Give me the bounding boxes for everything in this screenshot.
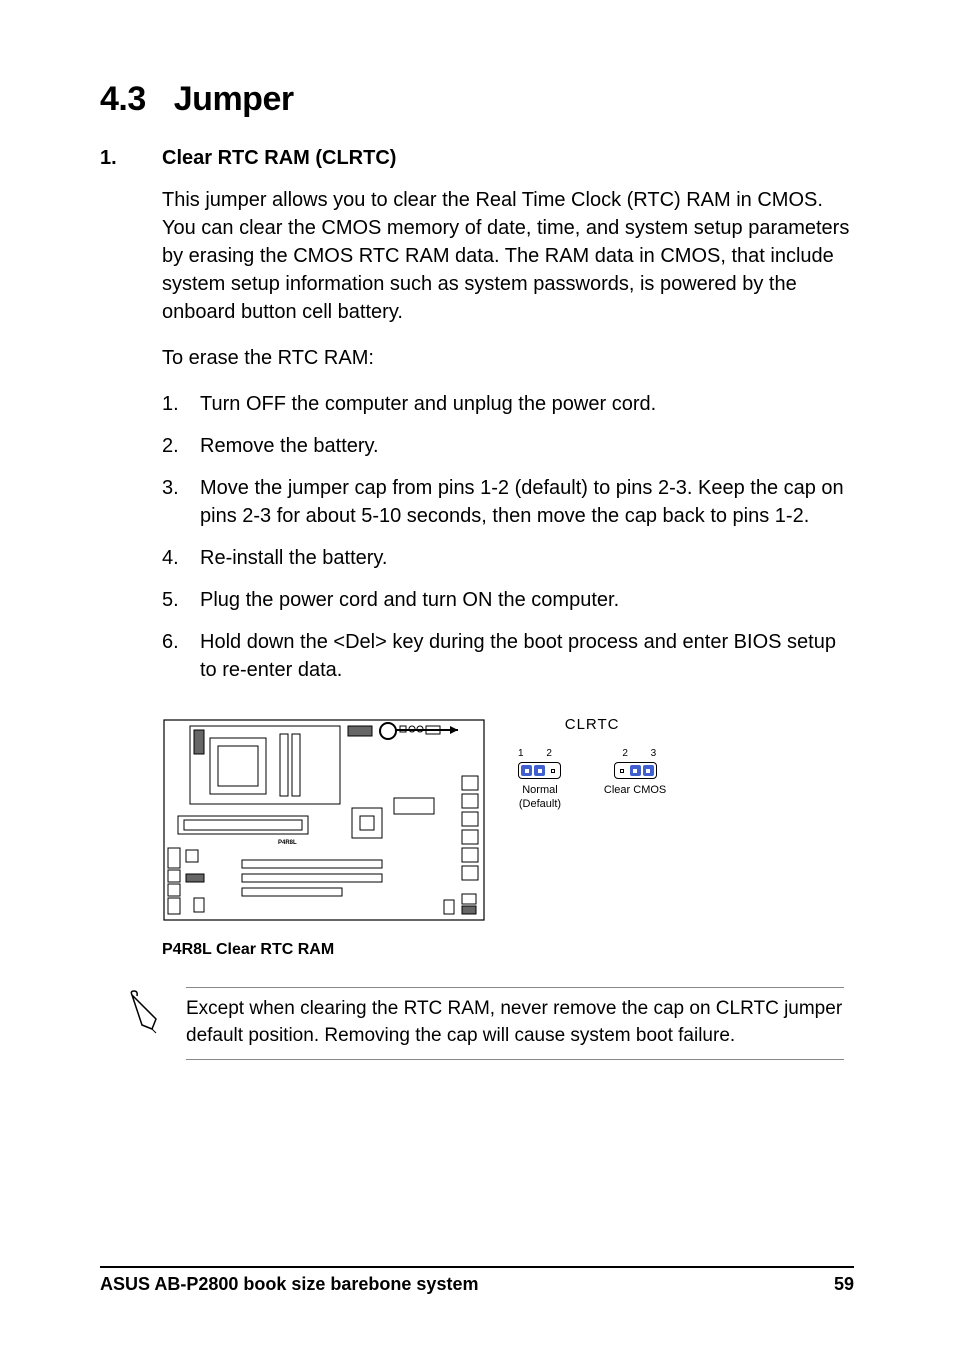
diagram-caption: P4R8L Clear RTC RAM	[162, 941, 854, 959]
step-row: 6. Hold down the <Del> key during the bo…	[162, 628, 854, 684]
jumper-detail: CLRTC 1 2 Normal (Default) 2 3 C	[518, 708, 666, 812]
jumper-option-normal: 1 2 Normal (Default)	[518, 747, 562, 812]
item-heading-row: 1. Clear RTC RAM (CLRTC)	[100, 147, 854, 170]
section-number: 4.3	[100, 80, 146, 118]
step-row: 3. Move the jumper cap from pins 1-2 (de…	[162, 474, 854, 530]
item-title: Clear RTC RAM (CLRTC)	[162, 147, 396, 170]
page-footer: ASUS AB-P2800 book size barebone system …	[100, 1266, 854, 1295]
item-number: 1.	[100, 147, 162, 170]
jumper-option-name: Normal	[518, 783, 562, 797]
paragraph-description: This jumper allows you to clear the Real…	[162, 186, 854, 326]
section-heading: 4.3 Jumper	[100, 80, 854, 119]
step-text: Re-install the battery.	[200, 544, 854, 572]
jumper-option-name: Clear CMOS	[604, 783, 666, 797]
step-number: 5.	[162, 586, 200, 614]
step-number: 4.	[162, 544, 200, 572]
step-number: 1.	[162, 390, 200, 418]
jumper-options: 1 2 Normal (Default) 2 3 Clear CMOS	[518, 747, 666, 812]
jumper-option-sub: (Default)	[518, 797, 562, 811]
step-row: 5. Plug the power cord and turn ON the c…	[162, 586, 854, 614]
body-block: This jumper allows you to clear the Real…	[162, 186, 854, 684]
step-number: 6.	[162, 628, 200, 684]
diagram-block: P4R8L CLRTC 1 2	[162, 708, 854, 933]
step-text: Turn OFF the computer and unplug the pow…	[200, 390, 854, 418]
step-text: Plug the power cord and turn ON the comp…	[200, 586, 854, 614]
note-block: Except when clearing the RTC RAM, never …	[124, 987, 844, 1060]
note-text: Except when clearing the RTC RAM, never …	[186, 996, 844, 1049]
step-row: 2. Remove the battery.	[162, 432, 854, 460]
footer-title: ASUS AB-P2800 book size barebone system	[100, 1274, 478, 1295]
pin-numbers: 1 2	[518, 747, 562, 760]
step-number: 3.	[162, 474, 200, 530]
jumper-pins-icon	[614, 762, 657, 779]
step-text: Remove the battery.	[200, 432, 854, 460]
jumper-pins-icon	[518, 762, 561, 779]
step-text: Move the jumper cap from pins 1-2 (defau…	[200, 474, 854, 530]
step-text: Hold down the <Del> key during the boot …	[200, 628, 854, 684]
jumper-label: CLRTC	[518, 716, 666, 733]
paragraph-intro: To erase the RTC RAM:	[162, 344, 854, 372]
footer-page-number: 59	[834, 1274, 854, 1295]
section-title-text: Jumper	[174, 80, 294, 118]
board-model-label: P4R8L	[278, 840, 297, 846]
pin-numbers: 2 3	[604, 747, 666, 760]
note-pencil-icon	[124, 987, 186, 1042]
jumper-option-clear: 2 3 Clear CMOS	[604, 747, 666, 812]
note-box: Except when clearing the RTC RAM, never …	[186, 987, 844, 1060]
step-row: 4. Re-install the battery.	[162, 544, 854, 572]
step-number: 2.	[162, 432, 200, 460]
motherboard-diagram: P4R8L	[162, 708, 502, 933]
step-row: 1. Turn OFF the computer and unplug the …	[162, 390, 854, 418]
